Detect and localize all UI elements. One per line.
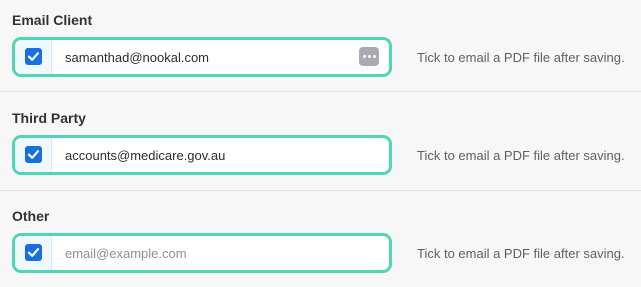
section-title-third-party: Third Party <box>12 110 86 126</box>
checkbox-cell <box>15 138 52 172</box>
more-options-button[interactable] <box>359 47 379 66</box>
email-client-hint: Tick to email a PDF file after saving. <box>417 50 625 65</box>
third-party-input[interactable] <box>61 138 359 172</box>
other-field <box>12 233 392 273</box>
email-client-input[interactable] <box>61 40 359 74</box>
section-email-client: Email Client Tick to email a PDF file af… <box>0 0 641 98</box>
ellipsis-icon <box>363 55 366 58</box>
email-options-panel: Email Client Tick to email a PDF file af… <box>0 0 641 287</box>
checkmark-icon <box>27 248 40 257</box>
checkbox-cell <box>15 40 52 74</box>
ellipsis-icon <box>373 55 376 58</box>
checkmark-icon <box>27 150 40 159</box>
email-client-checkbox[interactable] <box>25 48 42 65</box>
ellipsis-icon <box>368 55 371 58</box>
section-other: Other Tick to email a PDF file after sav… <box>0 196 641 287</box>
third-party-hint: Tick to email a PDF file after saving. <box>417 148 625 163</box>
section-third-party: Third Party Tick to email a PDF file aft… <box>0 98 641 196</box>
other-hint: Tick to email a PDF file after saving. <box>417 246 625 261</box>
divider <box>0 91 641 92</box>
checkbox-cell <box>15 236 52 270</box>
third-party-field <box>12 135 392 175</box>
divider <box>0 190 641 191</box>
third-party-checkbox[interactable] <box>25 146 42 163</box>
other-email-input[interactable] <box>61 236 359 270</box>
email-client-field <box>12 37 392 77</box>
section-title-other: Other <box>12 208 50 224</box>
section-title-email-client: Email Client <box>12 12 93 28</box>
checkmark-icon <box>27 52 40 61</box>
other-checkbox[interactable] <box>25 244 42 261</box>
